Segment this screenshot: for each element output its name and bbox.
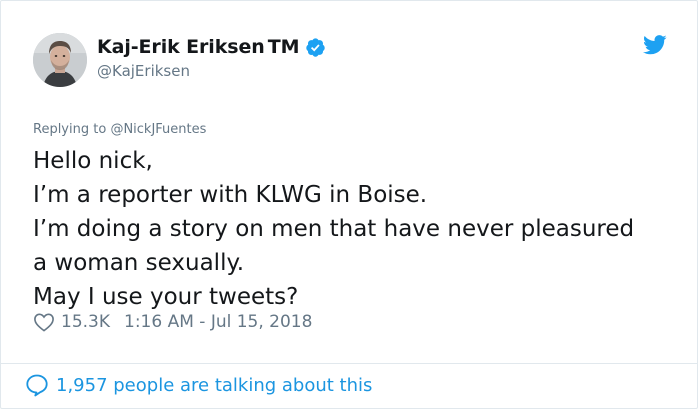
verified-badge-icon (305, 37, 326, 58)
replying-to: Replying to @NickJFuentes (33, 122, 206, 137)
speech-bubble-icon (25, 373, 49, 397)
tweet-line: a woman sexually. (33, 250, 245, 276)
tweet-line: I’m a reporter with KLWG in Boise. (33, 182, 428, 208)
tweet-text: Hello nick, I’m a reporter with KLWG in … (33, 144, 683, 314)
author-handle[interactable]: @KajEriksen (97, 62, 190, 80)
twitter-bird-icon[interactable] (643, 35, 667, 55)
replying-prefix: Replying to (33, 122, 111, 137)
heart-outline-icon[interactable] (33, 312, 55, 332)
tweet-meta: 15.3K 1:16 AM - Jul 15, 2018 (33, 312, 312, 332)
tweet-timestamp[interactable]: 1:16 AM - Jul 15, 2018 (124, 312, 312, 332)
tweet-line: May I use your tweets? (33, 284, 299, 310)
like-count[interactable]: 15.3K (61, 312, 110, 332)
reply-mention-link[interactable]: @NickJFuentes (110, 122, 206, 137)
author-name-row[interactable]: Kaj-Erik Eriksen TM (97, 34, 326, 60)
display-name[interactable]: Kaj-Erik Eriksen (97, 36, 265, 58)
conversation-link[interactable]: 1,957 people are talking about this (25, 373, 372, 397)
tweet-card: Kaj-Erik Eriksen TM @KajEriksen Replying… (0, 0, 698, 409)
tweet-line: I’m doing a story on men that have never… (33, 216, 635, 242)
divider (1, 363, 697, 364)
talking-count-text[interactable]: 1,957 people are talking about this (56, 375, 372, 396)
trademark-mark: TM (267, 36, 300, 58)
tweet-line: Hello nick, (33, 148, 153, 174)
avatar[interactable] (33, 33, 87, 87)
